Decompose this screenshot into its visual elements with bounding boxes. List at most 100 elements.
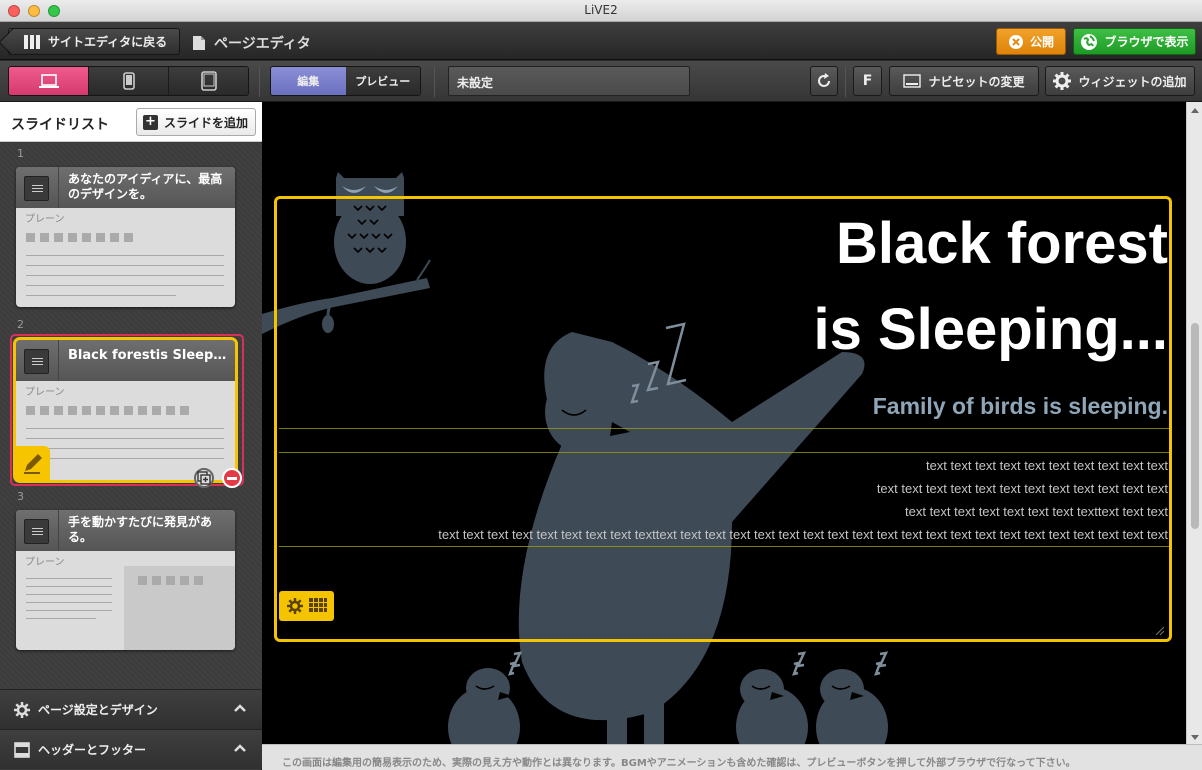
duplicate-icon (197, 471, 211, 485)
window-titlebar: LiVE2 (0, 0, 1202, 22)
slide-thumbnail-3[interactable]: 手を動かすたびに発見がある。 プレーン (16, 510, 235, 650)
slide-canvas[interactable]: Black forest is Sleeping... Family of bi… (262, 102, 1186, 744)
slide-title-line-1[interactable]: Black forest (836, 210, 1168, 277)
page-settings-label: ページ設定とデザイン (38, 703, 158, 717)
gear-icon (1053, 72, 1072, 90)
slide-list: 1 あなたのアイディアに、最高のデザインを。 プレーン 2 Black fore… (0, 143, 262, 689)
pencil-icon (24, 454, 42, 474)
scroll-down-icon[interactable] (1190, 732, 1200, 742)
change-navset-label: ナビセットの変更 (928, 74, 1025, 89)
main-toolbar: サイトエディタに戻る ページエディタ 公開 ブラウザで表示 (0, 22, 1202, 60)
header-footer-label: ヘッダーとフッター (38, 743, 147, 757)
document-icon (193, 36, 205, 50)
slide-subtitle[interactable]: Family of birds is sleeping. (873, 393, 1168, 420)
font-settings-button[interactable]: F (853, 66, 882, 96)
slide-body-line[interactable]: text text text text text text text textt… (905, 504, 1168, 519)
widget-tools (279, 591, 334, 621)
slide-thumbnail-header: 手を動かすたびに発見がある。 (16, 510, 235, 551)
back-label: サイトエディタに戻る (48, 35, 168, 49)
chevron-up-icon (234, 744, 246, 752)
slide-body-line[interactable]: text text text text text text text text … (877, 481, 1168, 496)
globe-icon (1081, 33, 1098, 50)
device-switcher (8, 66, 249, 96)
laptop-icon (38, 74, 59, 88)
header-divider (58, 510, 59, 551)
header-divider (58, 340, 59, 381)
publish-icon (1008, 34, 1023, 49)
slide-thumbnail-title: 手を動かすたびに発見がある。 (68, 515, 213, 544)
grid-icon[interactable] (308, 598, 327, 614)
mode-switcher: 編集 プレビュー (270, 66, 421, 96)
resize-handle-icon[interactable] (1155, 626, 1165, 636)
page-settings-section[interactable]: ページ設定とデザイン (0, 689, 262, 729)
slide-list-title: スライドリスト (11, 117, 109, 133)
add-slide-button[interactable]: + スライドを追加 (136, 108, 256, 136)
add-widget-button[interactable]: ウィジェットの追加 (1045, 66, 1195, 96)
slide-thumbnail-header: あなたのアイディアに、最高のデザインを。 (16, 167, 235, 208)
add-widget-label: ウィジェットの追加 (1078, 74, 1187, 89)
status-bar: この画面は編集用の簡易表示のため、実際の見え方や動作とは異なります。BGMやアニ… (262, 744, 1202, 770)
refresh-icon (818, 73, 830, 87)
gear-icon (14, 701, 30, 718)
toolbar-divider (434, 67, 435, 97)
slide-number: 3 (17, 490, 24, 503)
tablet-icon (200, 71, 217, 91)
page-title-field[interactable]: 未設定 (448, 66, 690, 96)
smartphone-icon (122, 72, 135, 90)
live2-window: LiVE2 サイトエディタに戻る ページエディタ 公開 ブラウザで表示 編集 プ… (0, 0, 1202, 770)
publish-label: 公開 (1029, 35, 1054, 49)
slide-body-line[interactable]: text text text text text text text text … (438, 527, 1168, 542)
header-divider (58, 167, 59, 208)
scroll-up-icon[interactable] (1190, 106, 1200, 116)
device-smartphone-button[interactable] (89, 67, 169, 95)
slide-layout-type: プレーン (25, 387, 65, 398)
slide-thumbnail-header: Black forestis Sleep… (16, 340, 235, 381)
preview-mode-button[interactable]: プレビュー (345, 67, 420, 95)
grid-columns-icon (24, 34, 40, 49)
minus-icon (227, 477, 237, 480)
delete-slide-button[interactable] (222, 468, 242, 488)
publish-button[interactable]: 公開 (996, 28, 1066, 55)
text-slide-icon (24, 349, 49, 374)
header-footer-icon (14, 741, 30, 758)
slide-body-line[interactable]: text text text text text text text text … (926, 458, 1168, 473)
refresh-button[interactable] (810, 66, 838, 96)
window-title: LiVE2 (584, 3, 618, 17)
slide-thumbnail-1[interactable]: あなたのアイディアに、最高のデザインを。 プレーン (16, 167, 235, 307)
edit-slide-button[interactable] (16, 446, 50, 480)
view-in-browser-label: ブラウザで表示 (1104, 35, 1189, 49)
editor-toolbar: 編集 プレビュー 未設定 F ナビセットの変更 ウィジェットの追加 (0, 61, 1202, 102)
guide-line (279, 546, 1169, 547)
slide-thumbnail-title: Black forestis Sleep… (68, 348, 227, 363)
toolbar-divider (259, 67, 260, 97)
navset-icon (903, 74, 922, 88)
view-in-browser-button[interactable]: ブラウザで表示 (1073, 28, 1196, 55)
slide-layout-type: プレーン (25, 557, 65, 568)
canvas-scrollbar[interactable] (1186, 102, 1202, 744)
edit-mode-button[interactable]: 編集 (271, 67, 346, 95)
gear-icon[interactable] (286, 598, 303, 614)
text-slide-icon (24, 176, 49, 201)
device-tablet-button[interactable] (169, 67, 248, 95)
slide-sidebar: スライドリスト + スライドを追加 1 あなたのアイディアに、最高のデザインを。… (0, 102, 262, 770)
slide-number: 1 (17, 147, 24, 160)
slide-title-line-2[interactable]: is Sleeping... (813, 296, 1168, 363)
duplicate-slide-button[interactable] (194, 468, 214, 488)
page-editor-title: ページエディタ (214, 36, 311, 52)
text-slide-icon (24, 519, 49, 544)
slide-layout-type: プレーン (25, 214, 65, 225)
change-navset-button[interactable]: ナビセットの変更 (889, 66, 1039, 96)
slide-number: 2 (17, 318, 24, 331)
device-desktop-button[interactable] (9, 67, 89, 95)
page-editor-heading: ページエディタ (192, 33, 311, 53)
slide-list-header: スライドリスト + スライドを追加 (0, 102, 262, 142)
chevron-up-icon (234, 704, 246, 712)
header-footer-section[interactable]: ヘッダーとフッター (0, 729, 262, 769)
back-to-site-editor-button[interactable]: サイトエディタに戻る (8, 28, 180, 55)
plus-icon: + (143, 114, 158, 130)
guide-line (279, 428, 1169, 429)
slide-thumbnail-title: あなたのアイディアに、最高のデザインを。 (68, 172, 223, 201)
toolbar-divider (845, 67, 846, 97)
add-slide-label: スライドを追加 (164, 115, 249, 130)
scroll-thumb[interactable] (1191, 323, 1199, 529)
